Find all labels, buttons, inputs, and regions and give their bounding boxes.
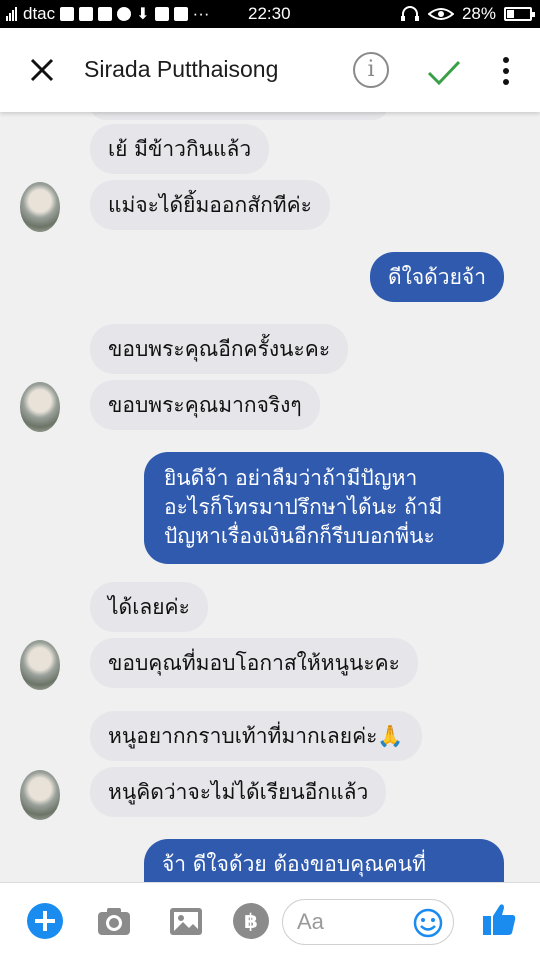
status-time: 22:30 xyxy=(248,4,291,23)
status-left: dtac ⬇ ··· xyxy=(6,4,210,24)
payment-button[interactable]: ฿ xyxy=(233,903,269,939)
facebook-icon xyxy=(173,7,188,21)
message-bubble-incoming[interactable]: ขอบคุณที่มอบโอกาสให้หนูนะคะ xyxy=(90,638,418,688)
message-list[interactable]: เย้ มีข้าวกินแล้ว แม่จะได้ยิ้มออกสักทีค่… xyxy=(0,112,540,882)
message-text: หนูคิดว่าจะไม่ได้เรียนอีกแล้ว xyxy=(108,780,369,804)
contact-name[interactable]: Sirada Putthaisong xyxy=(84,56,278,83)
message-text: จ้า ดีใจด้วย ต้องขอบคุณคนที่ xyxy=(162,852,426,876)
headset-icon xyxy=(400,6,419,21)
message-bubble-incoming[interactable]: ขอบพระคุณอีกครั้งนะคะ xyxy=(90,324,349,374)
image-icon xyxy=(170,908,202,935)
camera-icon xyxy=(98,908,130,935)
message-text-line: อะไรก็โทรมาปรึกษาได้นะ ถ้ามี xyxy=(164,495,443,519)
message-text: ขอบพระคุณมากจริงๆ xyxy=(108,393,302,417)
message-text: แม่จะได้ยิ้มออกสักทีค่ะ xyxy=(108,193,312,217)
baht-icon: ฿ xyxy=(244,909,258,933)
status-right: 28% xyxy=(400,4,535,24)
more-options-button[interactable] xyxy=(496,54,516,88)
messenger-icon xyxy=(117,7,132,21)
youtube-icon xyxy=(98,7,113,21)
message-bubble-incoming[interactable]: หนูคิดว่าจะไม่ได้เรียนอีกแล้ว xyxy=(90,767,387,817)
like-button[interactable] xyxy=(482,901,516,937)
contact-avatar[interactable] xyxy=(20,182,60,232)
camera-button[interactable] xyxy=(96,903,132,939)
battery-percent: 28% xyxy=(461,4,496,23)
message-text: หนูอยากกราบเท้าที่มากเลยค่ะ🙏 xyxy=(108,724,404,748)
message-bubble-incoming[interactable]: ได้เลยค่ะ xyxy=(90,582,208,632)
status-bar: dtac ⬇ ··· 22:30 28% xyxy=(0,0,540,28)
check-icon xyxy=(427,60,461,86)
contact-avatar[interactable] xyxy=(20,640,60,690)
message-text-line: ปัญหาเรื่องเงินอีกก็รีบบอกพี่นะ xyxy=(164,524,435,548)
message-bubble-incoming[interactable]: ขอบพระคุณมากจริงๆ xyxy=(90,380,320,430)
contact-avatar[interactable] xyxy=(20,770,60,820)
carrier-label: dtac xyxy=(23,4,56,23)
message-text: ดีใจด้วยจ้า xyxy=(387,265,486,289)
mail-icon xyxy=(79,7,94,21)
emoji-icon xyxy=(413,908,443,938)
message-text: ได้เลยค่ะ xyxy=(108,595,190,619)
download-icon: ⬇ xyxy=(136,6,150,23)
contact-avatar[interactable] xyxy=(20,382,60,432)
more-vertical-icon xyxy=(503,57,509,63)
info-button[interactable]: i xyxy=(353,52,389,88)
message-bubble-incoming[interactable]: แม่จะได้ยิ้มออกสักทีค่ะ xyxy=(90,180,330,230)
message-text: ขอบคุณที่มอบโอกาสให้หนูนะคะ xyxy=(108,651,400,675)
signal-icon xyxy=(6,7,17,21)
message-text: เย้ มีข้าวกินแล้ว xyxy=(108,137,252,161)
message-text-line: ยินดีจ้า อย่าลืมว่าถ้ามีปัญหา xyxy=(164,466,418,490)
line-app-icon xyxy=(60,7,75,21)
composer-bar: ฿ xyxy=(0,882,540,960)
message-bubble-outgoing[interactable]: ยินดีจ้า อย่าลืมว่าถ้ามีปัญหา อะไรก็โทรม… xyxy=(144,452,504,564)
notification-icon xyxy=(154,7,169,21)
eye-icon xyxy=(427,8,454,20)
message-bubble-partial xyxy=(90,112,388,120)
message-text: ขอบพระคุณอีกครั้งนะคะ xyxy=(108,337,331,361)
conversation-header: Sirada Putthaisong i xyxy=(0,28,540,112)
message-input-wrapper xyxy=(282,899,454,945)
thumbs-up-icon xyxy=(483,904,516,935)
close-button[interactable] xyxy=(22,50,62,90)
check-button[interactable] xyxy=(424,52,464,92)
message-input[interactable] xyxy=(297,908,407,936)
plus-button[interactable] xyxy=(27,903,63,939)
more-notifications: ··· xyxy=(192,4,210,23)
message-bubble-outgoing[interactable]: ดีใจด้วยจ้า xyxy=(369,252,504,302)
info-icon: i xyxy=(367,57,375,82)
message-bubble-incoming[interactable]: เย้ มีข้าวกินแล้ว xyxy=(90,124,270,174)
emoji-button[interactable] xyxy=(413,908,443,938)
gallery-button[interactable] xyxy=(168,903,204,939)
battery-icon xyxy=(504,7,535,21)
close-icon xyxy=(30,58,54,82)
message-bubble-incoming[interactable]: หนูอยากกราบเท้าที่มากเลยค่ะ🙏 xyxy=(90,711,422,761)
message-bubble-outgoing[interactable]: จ้า ดีใจด้วย ต้องขอบคุณคนที่ xyxy=(144,839,504,882)
